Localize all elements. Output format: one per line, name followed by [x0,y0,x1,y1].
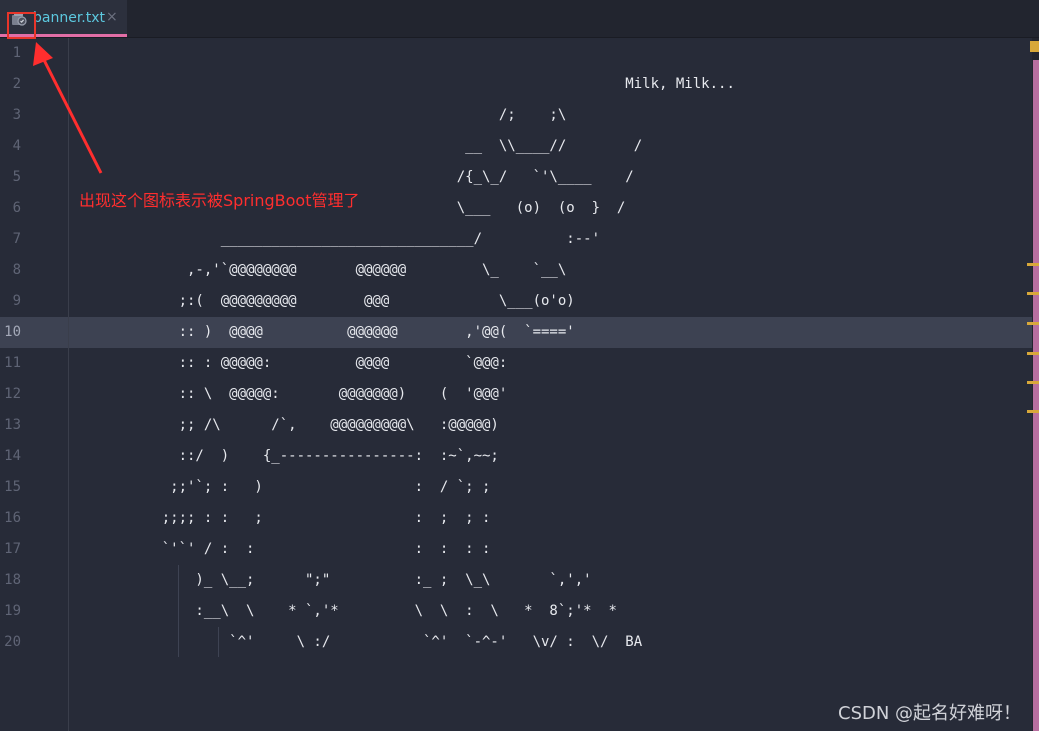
line-number: 4 [12,138,21,154]
editor-tab-bar: banner.txt × [0,0,1039,38]
line-number: 3 [12,107,21,123]
scroll-marker [1027,322,1039,325]
scrollbar-accent [1033,60,1039,731]
line-number: 2 [12,76,21,92]
code-line[interactable]: :: ) @@@@ @@@@@@ ,'@@( `====' [69,317,1031,348]
code-line[interactable]: Milk, Milk... [69,69,1031,100]
scroll-marker [1027,352,1039,355]
line-number: 17 [4,541,21,557]
line-number: 18 [4,572,21,588]
line-number: 13 [4,417,21,433]
tab-label: banner.txt [33,10,106,26]
line-number: 20 [4,634,21,650]
line-number: 14 [4,448,21,464]
code-line[interactable]: __ \\____// / [69,131,1031,162]
annotation-text: 出现这个图标表示被SpringBoot管理了 [79,191,360,210]
scroll-marker [1027,292,1039,295]
code-line[interactable] [69,38,1031,69]
line-number: 8 [12,262,21,278]
scroll-marker [1030,41,1039,52]
code-line[interactable]: :__\ \ * `,'* \ \ : \ * 8`;'* * [69,596,1031,627]
scroll-marker [1027,263,1039,266]
code-line[interactable]: ;; /\ /`, @@@@@@@@@\ :@@@@@) [69,410,1031,441]
code-line[interactable]: ;:( @@@@@@@@@ @@@ \___(o'o) [69,286,1031,317]
indent-guide [178,565,179,657]
line-number: 11 [4,355,21,371]
code-line[interactable]: :: : @@@@@: @@@@ `@@@: [69,348,1031,379]
code-line[interactable]: /; ;\ [69,100,1031,131]
code-line[interactable]: :: \ @@@@@: @@@@@@@) ( '@@@' [69,379,1031,410]
code-line[interactable]: ::/ ) {_----------------: :~`,~~; [69,441,1031,472]
scroll-marker [1027,410,1039,413]
annotation-highlight-box [7,12,36,39]
code-line[interactable]: ______________________________/ :--' [69,224,1031,255]
line-number: 10 [4,324,21,340]
watermark: CSDN @起名好难呀！ [838,703,1022,724]
indent-guide [218,627,219,657]
line-number: 16 [4,510,21,526]
line-number-gutter: 1 2 3 4 5 6 7 8 9 10 11 12 13 14 15 16 17 18 19 20 [0,38,69,731]
code-line[interactable]: `^' \ :/ `^' `-^-' \v/ : \/ BA [69,627,1031,658]
line-number: 5 [12,169,21,185]
close-icon[interactable]: × [106,9,118,25]
line-number: 1 [12,45,21,61]
line-number: 12 [4,386,21,402]
scroll-marker [1027,381,1039,384]
line-number: 9 [12,293,21,309]
line-number: 19 [4,603,21,619]
code-line[interactable]: ;;;; : : ; : ; ; : [69,503,1031,534]
code-line[interactable]: )_ \__; ";" :_ ; \_\ `,',' [69,565,1031,596]
line-number: 7 [12,231,21,247]
code-editor[interactable]: Milk, Milk... /; ;\ __ \\____// / /{_\_/… [69,38,1031,731]
code-line[interactable]: ;;'`; : ) : / `; ; [69,472,1031,503]
code-line[interactable]: `'`' / : : : : : : [69,534,1031,565]
code-line[interactable]: ,-,'`@@@@@@@@ @@@@@@ \_ `__\ [69,255,1031,286]
line-number: 6 [12,200,21,216]
line-number: 15 [4,479,21,495]
